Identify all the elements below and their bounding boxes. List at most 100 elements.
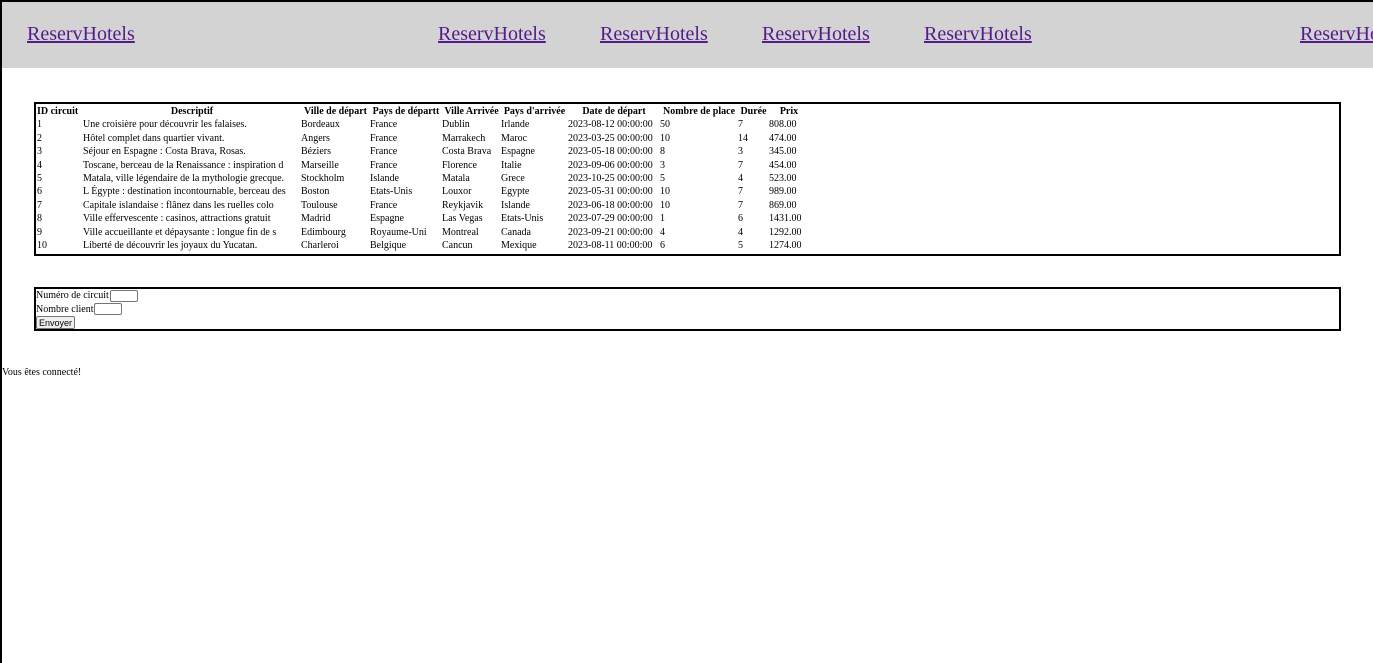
- cell-prix: 1431.00: [769, 213, 802, 225]
- cell-pays-depart: France: [370, 146, 398, 158]
- cell-id: 4: [37, 159, 42, 171]
- client-count-input[interactable]: [94, 303, 123, 316]
- cell-nombre-place: 10: [660, 132, 670, 144]
- cell-pays-arrivee: Grece: [501, 173, 525, 185]
- cell-nombre-place: 50: [660, 119, 670, 131]
- cell-prix: 1292.00: [769, 226, 802, 238]
- cell-date-depart: 2023-05-31 00:00:00: [568, 186, 653, 198]
- submit-button[interactable]: Envoyer: [36, 316, 76, 330]
- connection-status-message: Vous êtes connecté!: [2, 367, 82, 378]
- cell-prix: 1274.00: [769, 240, 802, 252]
- cell-pays-depart: Espagne: [370, 213, 404, 225]
- nav-link-reservhotels-4[interactable]: ReservHotels: [762, 23, 870, 46]
- cell-nombre-place: 5: [660, 173, 665, 185]
- cell-nombre-place: 4: [660, 226, 665, 238]
- cell-duree: 7: [738, 186, 743, 198]
- cell-ville-depart: Toulouse: [301, 199, 338, 211]
- cell-date-depart: 2023-08-12 00:00:00: [568, 119, 653, 131]
- cell-ville-arrivee: Marrakech: [442, 132, 486, 144]
- cell-pays-arrivee: Islande: [501, 199, 530, 211]
- cell-descriptif: Matala, ville légendaire de la mythologi…: [83, 173, 285, 185]
- circuits-table: ID circuit Descriptif Ville de départ Pa…: [37, 105, 809, 252]
- cell-date-depart: 2023-07-29 00:00:00: [568, 213, 653, 225]
- nav-link-reservhotels-5[interactable]: ReservHotels: [924, 23, 1032, 46]
- circuit-number-label: Numéro de circuit: [36, 290, 109, 302]
- cell-pays-arrivee: Egypte: [501, 186, 530, 198]
- nav-link-reservhotels-6[interactable]: ReservHotels: [1300, 23, 1373, 46]
- cell-nombre-place: 10: [660, 186, 670, 198]
- cell-id: 1: [37, 119, 42, 131]
- cell-id: 2: [37, 132, 42, 144]
- cell-duree: 5: [738, 240, 743, 252]
- cell-ville-depart: Angers: [301, 132, 330, 144]
- cell-pays-depart: Royaume-Uni: [370, 226, 427, 238]
- cell-ville-depart: Bordeaux: [301, 119, 340, 131]
- cell-ville-arrivee: Costa Brava: [442, 146, 492, 158]
- cell-pays-depart: Belgique: [370, 240, 407, 252]
- table-row: 1 Une croisière pour découvrir les falais…: [37, 118, 809, 131]
- cell-id: 9: [37, 226, 42, 238]
- cell-ville-arrivee: Reykjavik: [442, 199, 484, 211]
- cell-ville-arrivee: Montreal: [442, 226, 479, 238]
- header-pays-arrivee: Pays d'arrivée: [503, 106, 566, 117]
- cell-date-depart: 2023-05-18 00:00:00: [568, 146, 653, 158]
- nav-link-reservhotels-1[interactable]: ReservHotels: [27, 23, 135, 46]
- cell-pays-arrivee: Irlande: [501, 119, 530, 131]
- header-ville-arrivee: Ville Arrivée: [444, 106, 499, 117]
- cell-date-depart: 2023-10-25 00:00:00: [568, 173, 653, 185]
- top-navigation-bar: ReservHotels ReservHotels ReservHotels R…: [2, 2, 1373, 68]
- cell-id: 3: [37, 146, 42, 158]
- cell-descriptif: Séjour en Espagne : Costa Brava, Rosas.: [83, 146, 246, 158]
- cell-pays-arrivee: Etats-Unis: [501, 213, 544, 225]
- table-header-row: ID circuit Descriptif Ville de départ Pa…: [37, 105, 809, 118]
- cell-pays-depart: France: [370, 159, 398, 171]
- cell-prix: 989.00: [769, 186, 797, 198]
- table-row: 10 Liberté de découvrir les joyaux du Yuc…: [37, 239, 809, 252]
- cell-descriptif: Une croisière pour découvrir les falaise…: [83, 119, 247, 131]
- cell-ville-depart: Boston: [301, 186, 330, 198]
- header-id-circuit: ID circuit: [37, 106, 79, 117]
- cell-pays-depart: France: [370, 119, 398, 131]
- cell-descriptif: L Égypte : destination incontournable, b…: [83, 186, 286, 198]
- header-date-depart: Date de départ: [582, 106, 646, 117]
- cell-ville-arrivee: Louxor: [442, 186, 472, 198]
- header-nombre-place: Nombre de place: [662, 106, 736, 117]
- submit-row: Envoyer: [36, 316, 1339, 330]
- cell-descriptif: Ville accueillante et dépaysante : longu…: [83, 226, 277, 238]
- circuits-table-container: ID circuit Descriptif Ville de départ Pa…: [34, 102, 1341, 256]
- nav-link-reservhotels-2[interactable]: ReservHotels: [438, 23, 546, 46]
- cell-nombre-place: 3: [660, 159, 665, 171]
- cell-descriptif: Hôtel complet dans quartier vivant.: [83, 132, 225, 144]
- cell-ville-depart: Stockholm: [301, 173, 345, 185]
- nav-link-reservhotels-3[interactable]: ReservHotels: [600, 23, 708, 46]
- cell-pays-depart: Etats-Unis: [370, 186, 413, 198]
- header-ville-depart: Ville de départ: [304, 106, 367, 117]
- cell-date-depart: 2023-08-11 00:00:00: [568, 240, 653, 252]
- cell-descriptif: Ville effervescente : casinos, attractio…: [83, 213, 271, 225]
- cell-descriptif: Capitale islandaise : flânez dans les ru…: [83, 199, 274, 211]
- cell-duree: 7: [738, 159, 743, 171]
- header-descriptif: Descriptif: [170, 106, 214, 117]
- header-prix: Prix: [779, 106, 799, 117]
- table-row: 4 Toscane, berceau de la Renaissance : in…: [37, 159, 809, 172]
- cell-ville-depart: Charleroi: [301, 240, 339, 252]
- table-row: 2 Hôtel complet dans quartier vivant. Ange…: [37, 132, 809, 145]
- client-count-label: Nombre client: [36, 303, 94, 315]
- cell-id: 7: [37, 199, 42, 211]
- cell-date-depart: 2023-06-18 00:00:00: [568, 199, 653, 211]
- cell-descriptif: Toscane, berceau de la Renaissance : ins…: [83, 159, 284, 171]
- cell-duree: 4: [738, 226, 743, 238]
- cell-nombre-place: 1: [660, 213, 665, 225]
- table-body: 1 Une croisière pour découvrir les falais…: [37, 118, 809, 252]
- cell-ville-depart: Béziers: [301, 146, 331, 158]
- cell-prix: 474.00: [769, 132, 797, 144]
- circuit-number-input[interactable]: [109, 289, 138, 302]
- cell-duree: 3: [738, 146, 743, 158]
- cell-ville-arrivee: Florence: [442, 159, 477, 171]
- cell-id: 8: [37, 213, 42, 225]
- header-duree: Durée: [740, 106, 767, 117]
- cell-pays-arrivee: Maroc: [501, 132, 528, 144]
- cell-nombre-place: 8: [660, 146, 665, 158]
- cell-ville-depart: Madrid: [301, 213, 331, 225]
- cell-ville-depart: Edimbourg: [301, 226, 346, 238]
